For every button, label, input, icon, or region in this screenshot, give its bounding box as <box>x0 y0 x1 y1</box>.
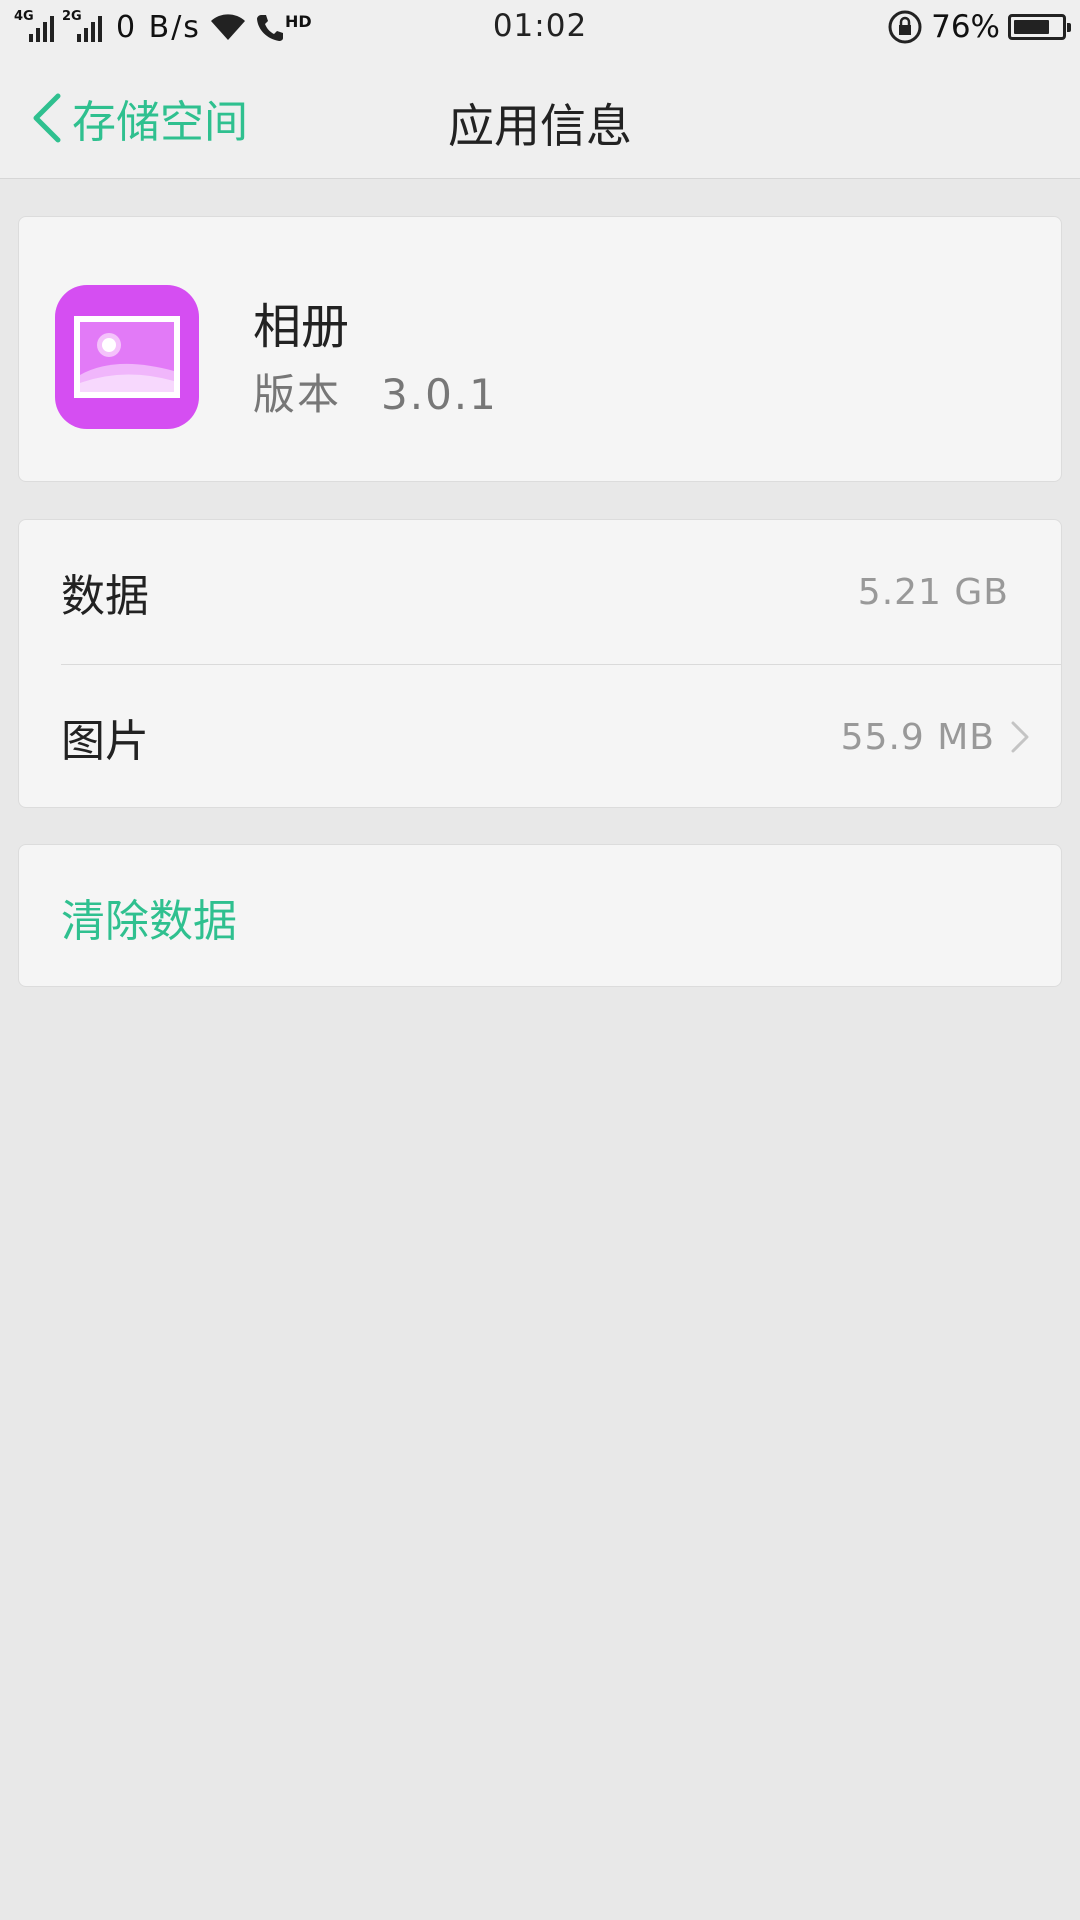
chevron-right-icon <box>1009 719 1031 755</box>
signal-2g-icon: 2G <box>62 10 102 44</box>
hd-call-icon: HD <box>255 12 312 42</box>
photos-right: 55.9 MB <box>841 717 1031 758</box>
back-label: 存储空间 <box>72 97 248 148</box>
status-bar: 4G 2G 0 B/s HD 76% <box>0 0 1080 54</box>
status-right: 76% <box>887 9 1071 45</box>
app-header: 存储空间 应用信息 <box>0 54 1080 179</box>
network-speed: 0 B/s <box>116 9 201 45</box>
wifi-icon <box>210 14 245 40</box>
data-size: 5.21 GB <box>857 571 1009 613</box>
signal-4g-icon: 4G <box>14 10 54 44</box>
photos-size: 55.9 MB <box>840 716 995 758</box>
storage-card: 数据 5.21 GB 图片 55.9 MB <box>18 519 1062 808</box>
hd-label: HD <box>284 12 312 31</box>
data-label: 数据 <box>61 571 149 622</box>
rotation-lock-icon <box>888 10 922 44</box>
battery-percent: 76% <box>931 9 1000 45</box>
back-button[interactable]: 存储空间 <box>30 88 248 148</box>
chevron-left-icon <box>33 93 61 143</box>
list-item-photos[interactable]: 图片 55.9 MB <box>19 665 1061 809</box>
gallery-icon <box>55 285 199 429</box>
clear-data-button[interactable]: 清除数据 <box>61 845 237 988</box>
status-left: 4G 2G 0 B/s HD <box>14 10 312 45</box>
version-label: 版本 <box>253 370 342 419</box>
action-card: 清除数据 <box>18 844 1062 987</box>
version-number: 3.0.1 <box>381 370 498 419</box>
list-item-data: 数据 5.21 GB <box>19 520 1061 664</box>
app-info-card: 相册 版本 3.0.1 <box>18 216 1062 482</box>
battery-fill <box>1014 20 1049 34</box>
battery-icon <box>1008 14 1071 40</box>
app-version-line: 版本 3.0.1 <box>253 361 498 422</box>
app-name: 相册 <box>253 299 350 355</box>
photos-label: 图片 <box>61 716 149 767</box>
